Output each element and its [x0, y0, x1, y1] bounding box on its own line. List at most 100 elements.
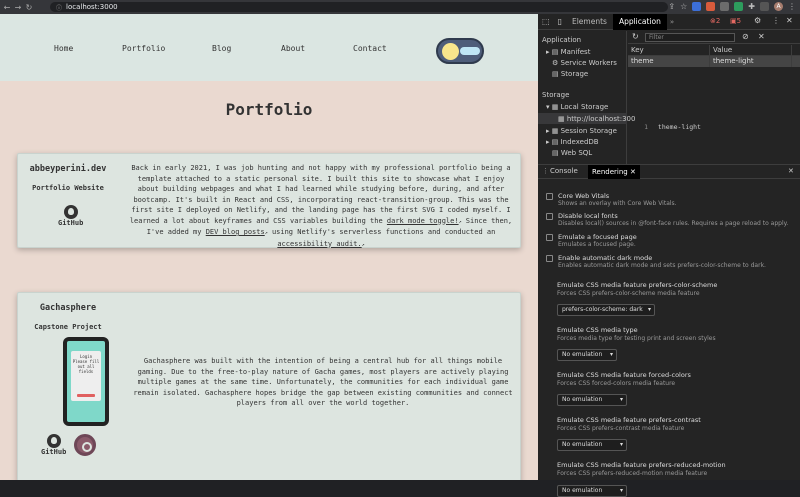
- key-column-header[interactable]: Key: [628, 45, 710, 55]
- table-cell-key: theme: [628, 56, 710, 67]
- info-icon[interactable]: ⓘ: [56, 3, 62, 12]
- project-name: Gachasphere: [39, 303, 97, 313]
- tab-rendering[interactable]: Rendering ✕: [588, 165, 640, 179]
- sidebar-item-label: Web SQL: [560, 149, 593, 157]
- webpage: Home Portfolio Blog About Contact Portfo…: [0, 14, 538, 480]
- sidebar-icon[interactable]: [760, 2, 769, 11]
- dark-mode-toggle-link[interactable]: dark mode toggle!: [387, 217, 459, 225]
- sidebar-item-label: Manifest: [560, 48, 591, 56]
- checkbox[interactable]: [546, 193, 553, 200]
- emulation-section: Emulate CSS media feature prefers-contra…: [557, 416, 701, 432]
- device-toolbar-icon[interactable]: ▯: [554, 17, 566, 26]
- prefers-reduced-motion-select[interactable]: No emulation: [557, 485, 627, 497]
- github-link[interactable]: GitHub: [58, 205, 83, 227]
- tab-label: Rendering: [592, 168, 628, 176]
- prefers-color-scheme-select[interactable]: prefers-color-scheme: dark: [557, 304, 655, 316]
- nav-home[interactable]: Home: [54, 44, 73, 53]
- avatar[interactable]: A: [774, 2, 783, 11]
- url-text: localhost:3000: [66, 3, 118, 11]
- emulation-section: Emulate CSS media feature prefers-color-…: [557, 281, 717, 297]
- sidebar-item-web-sql[interactable]: ▤ Web SQL: [552, 149, 592, 157]
- devtools-drawer: ⋮ Console Rendering ✕ ✕ Core Web Vitals …: [538, 164, 800, 497]
- more-options-icon[interactable]: ⋮: [772, 16, 780, 25]
- sidebar-item-label: Session Storage: [560, 127, 617, 135]
- emulation-title: Emulate CSS media feature prefers-reduce…: [557, 461, 726, 469]
- reload-icon[interactable]: ↻: [25, 3, 33, 12]
- browser-toolbar: ← → ↻ ⓘ localhost:3000 ⇪ ☆ ✚ A ⋮: [0, 0, 800, 14]
- emulation-subtitle: Forces CSS prefers-reduced-motion media …: [557, 470, 708, 477]
- nav-blog[interactable]: Blog: [212, 44, 231, 53]
- dark-mode-toggle[interactable]: [436, 38, 484, 64]
- sidebar-item-service-workers[interactable]: ⚙ Service Workers: [552, 59, 617, 67]
- checkbox[interactable]: [546, 234, 553, 241]
- sidebar-item-local-storage[interactable]: ▾ ▦ Local Storage: [546, 103, 608, 111]
- devtools-panel: ⬚ ▯ Elements Application » ⊗2 ▣5 ⚙ ⋮ ✕ A…: [538, 13, 800, 497]
- refresh-icon[interactable]: ↻: [632, 32, 639, 41]
- extension-icon[interactable]: [706, 2, 716, 11]
- back-icon[interactable]: ←: [3, 3, 11, 12]
- nav-contact[interactable]: Contact: [353, 44, 387, 53]
- sidebar-item-indexeddb[interactable]: ▸ ▤ IndexedDB: [546, 138, 599, 146]
- application-sidebar: Application ▸ ▤ Manifest ⚙ Service Worke…: [538, 31, 635, 164]
- media-type-select[interactable]: No emulation: [557, 349, 617, 361]
- inspect-icon[interactable]: ⬚: [538, 17, 554, 26]
- site-header: Home Portfolio Blog About Contact: [0, 14, 538, 81]
- extension-icon[interactable]: [734, 2, 744, 11]
- project-card: Gachasphere Capstone Project Login Pleas…: [17, 292, 521, 480]
- project-name: abbeyperini.dev: [29, 164, 107, 174]
- drawer-menu-icon[interactable]: ⋮: [542, 167, 549, 175]
- address-bar[interactable]: ⓘ localhost:3000: [50, 2, 668, 12]
- tab-elements[interactable]: Elements: [566, 14, 613, 30]
- share-icon[interactable]: ⇪: [668, 2, 675, 11]
- forced-colors-select[interactable]: No emulation: [557, 394, 627, 406]
- tab-console[interactable]: Console: [550, 167, 578, 175]
- extensions-puzzle-icon[interactable]: ✚: [748, 2, 755, 11]
- nav-portfolio[interactable]: Portfolio: [122, 44, 165, 53]
- close-drawer-icon[interactable]: ✕: [788, 167, 794, 175]
- menu-kebab-icon[interactable]: ⋮: [788, 2, 796, 11]
- forward-icon[interactable]: →: [14, 3, 22, 12]
- emulation-subtitle: Forces CSS prefers-color-scheme media fe…: [557, 290, 700, 297]
- nav-about[interactable]: About: [281, 44, 305, 53]
- sidebar-item-manifest[interactable]: ▸ ▤ Manifest: [546, 48, 590, 56]
- extension-icon[interactable]: [720, 2, 730, 11]
- option-subtitle: Disables local() sources in @font-face r…: [558, 220, 789, 227]
- desc-text: using Netlify's serverless functions and…: [267, 228, 496, 236]
- emulation-title: Emulate CSS media feature prefers-color-…: [557, 281, 718, 289]
- table-row[interactable]: theme theme-light: [628, 56, 800, 67]
- checkbox[interactable]: [546, 255, 553, 262]
- sidebar-item-label: Local Storage: [560, 103, 609, 111]
- value-preview: 1 theme-light: [628, 123, 800, 131]
- github-link[interactable]: GitHub: [41, 434, 66, 456]
- close-icon[interactable]: ✕: [786, 16, 793, 25]
- checkbox[interactable]: [546, 213, 553, 220]
- option-subtitle: Emulates a focused page.: [558, 241, 636, 248]
- emulation-subtitle: Forces CSS prefers-contrast media featur…: [557, 425, 685, 432]
- chrome-icon[interactable]: [74, 434, 96, 456]
- drawer-tabs: ⋮ Console Rendering ✕ ✕: [538, 165, 800, 179]
- delete-selected-icon[interactable]: ✕: [758, 32, 765, 41]
- sidebar-item-label: http://localhost:300: [566, 115, 636, 123]
- dev-blog-posts-link[interactable]: DEV blog posts: [206, 228, 265, 236]
- extension-icon[interactable]: [692, 2, 702, 11]
- settings-gear-icon[interactable]: ⚙: [754, 16, 761, 25]
- more-tabs-icon[interactable]: »: [667, 18, 677, 26]
- error-count[interactable]: ⊗2: [710, 17, 720, 25]
- emulation-section: Emulate CSS media feature forced-colors …: [557, 371, 691, 387]
- sidebar-item-session-storage[interactable]: ▸ ▦ Session Storage: [546, 127, 617, 135]
- phone-screenshot: Login Please fill out all fields: [63, 337, 109, 426]
- accessibility-audit-link[interactable]: accessibility audit.: [277, 240, 361, 248]
- project-description: Gachasphere was built with the intention…: [133, 357, 513, 407]
- warning-count[interactable]: ▣5: [730, 17, 741, 25]
- bookmark-star-icon[interactable]: ☆: [680, 2, 687, 11]
- table-header: Key Value: [628, 45, 800, 56]
- github-label: GitHub: [58, 219, 84, 227]
- clear-all-icon[interactable]: ⊘: [742, 32, 749, 41]
- value-column-header[interactable]: Value: [710, 45, 792, 55]
- sidebar-item-storage[interactable]: ▤ Storage: [552, 70, 588, 78]
- emulation-subtitle: Forces CSS forced-colors media feature: [557, 380, 676, 387]
- sidebar-item-localhost[interactable]: ▦ http://localhost:300: [558, 115, 635, 123]
- filter-input[interactable]: Filter: [645, 33, 735, 42]
- tab-application[interactable]: Application: [612, 13, 667, 30]
- prefers-contrast-select[interactable]: No emulation: [557, 439, 627, 451]
